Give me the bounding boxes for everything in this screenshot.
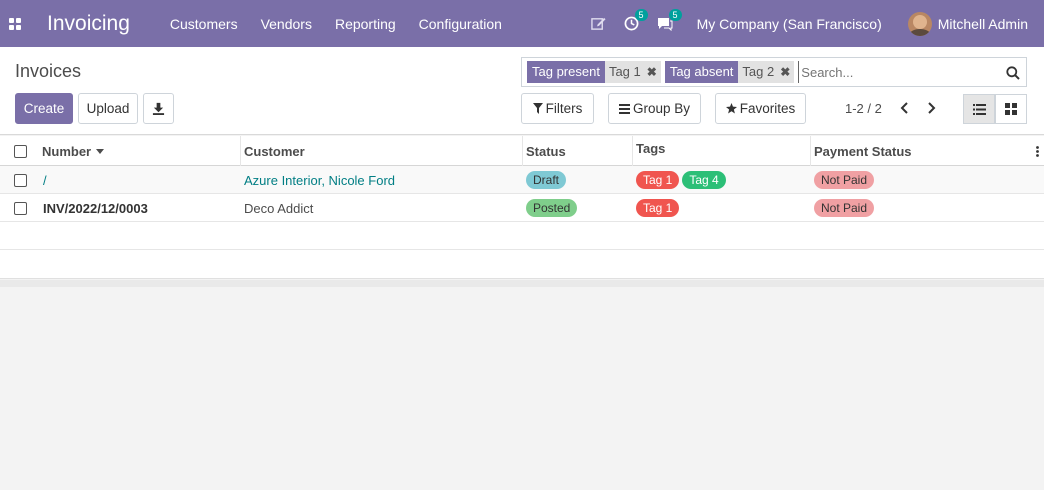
group-by-button[interactable]: Group By xyxy=(608,93,701,124)
download-button[interactable] xyxy=(143,93,174,124)
messages-count-badge: 5 xyxy=(668,9,682,21)
search-facet: Tag absent Tag 2 ✖ xyxy=(664,61,795,83)
customer-name[interactable]: Azure Interior, Nicole Ford xyxy=(244,166,395,194)
invoice-list: Number Customer Status Tags Payment Stat… xyxy=(0,136,1044,279)
facet-label: Tag absent xyxy=(664,61,739,83)
search-facet: Tag present Tag 1 ✖ xyxy=(527,61,661,83)
payment-status-badge: Not Paid xyxy=(814,199,875,217)
column-header-number[interactable]: Number xyxy=(39,136,240,166)
filter-icon xyxy=(532,103,543,114)
menu-reporting[interactable]: Reporting xyxy=(335,16,396,32)
upload-button[interactable]: Upload xyxy=(78,93,138,124)
group-by-label: Group By xyxy=(632,101,691,116)
company-switcher[interactable]: My Company (San Francisco) xyxy=(697,16,882,32)
status-badge: Posted xyxy=(526,199,578,217)
search-input[interactable] xyxy=(798,61,1026,83)
facet-remove-icon[interactable]: ✖ xyxy=(780,64,790,80)
top-navbar: Invoicing Customers Vendors Reporting Co… xyxy=(0,0,1044,47)
column-header-customer[interactable]: Customer xyxy=(240,136,522,166)
sort-down-icon xyxy=(96,148,105,154)
invoice-number[interactable]: INV/2022/12/0003 xyxy=(43,194,148,222)
facet-value-text: Tag 1 xyxy=(608,64,641,79)
customer-name[interactable]: Deco Addict xyxy=(244,194,313,222)
pager-value[interactable]: 1-2 / 2 xyxy=(845,101,882,116)
user-avatar[interactable] xyxy=(907,11,932,36)
filters-label: Filters xyxy=(545,101,583,116)
menu-vendors[interactable]: Vendors xyxy=(261,16,312,32)
column-header-status[interactable]: Status xyxy=(522,136,632,166)
control-panel: Invoices Create Upload Tag present Tag 1… xyxy=(0,47,1044,135)
table-row[interactable]: INV/2022/12/0003 Deco Addict Posted Tag … xyxy=(0,194,1044,222)
facet-value-text: Tag 2 xyxy=(742,64,775,79)
activity-clock-icon[interactable]: 5 xyxy=(624,9,648,31)
favorites-button[interactable]: Favorites xyxy=(715,93,806,124)
kanban-view-button[interactable] xyxy=(995,94,1027,124)
row-checkbox[interactable] xyxy=(14,173,27,187)
column-header-tags[interactable]: Tags xyxy=(632,136,810,166)
facet-value: Tag 2 ✖ xyxy=(738,61,795,83)
favorites-label: Favorites xyxy=(739,101,796,116)
menu-customers[interactable]: Customers xyxy=(170,16,238,32)
chevron-right-icon[interactable] xyxy=(927,102,937,114)
activity-count-badge: 5 xyxy=(634,9,648,21)
tag-badge: Tag 1 xyxy=(636,171,680,189)
page-title: Invoices xyxy=(15,61,82,81)
table-row[interactable]: / Azure Interior, Nicole Ford Draft Tag … xyxy=(0,166,1044,194)
create-button[interactable]: Create xyxy=(15,93,73,124)
tag-badge: Tag 1 xyxy=(636,199,680,217)
star-icon xyxy=(725,103,737,114)
tag-badge: Tag 4 xyxy=(682,171,726,189)
messages-icon[interactable]: 5 xyxy=(657,9,682,31)
empty-row xyxy=(0,250,1044,279)
user-menu[interactable]: Mitchell Admin xyxy=(938,16,1028,32)
chevron-left-icon[interactable] xyxy=(899,102,909,114)
list-icon xyxy=(618,103,630,114)
filters-button[interactable]: Filters xyxy=(521,93,594,124)
invoice-number[interactable]: / xyxy=(43,166,47,194)
search-icon[interactable] xyxy=(1006,66,1020,80)
list-view-icon xyxy=(972,103,986,115)
list-view-button[interactable] xyxy=(963,94,995,124)
facet-value: Tag 1 ✖ xyxy=(604,61,661,83)
menu-configuration[interactable]: Configuration xyxy=(419,16,502,32)
download-icon xyxy=(152,102,165,115)
select-all-checkbox[interactable] xyxy=(14,144,27,158)
kanban-view-icon xyxy=(1005,103,1017,115)
search-bar[interactable]: Tag present Tag 1 ✖ Tag absent Tag 2 ✖ xyxy=(521,57,1027,87)
column-header-payment-status[interactable]: Payment Status xyxy=(810,136,1030,166)
status-badge: Draft xyxy=(526,171,567,189)
edit-note-icon[interactable] xyxy=(590,16,606,31)
table-header: Number Customer Status Tags Payment Stat… xyxy=(0,136,1044,166)
table-footer-band xyxy=(0,280,1044,287)
empty-row xyxy=(0,222,1044,250)
payment-status-badge: Not Paid xyxy=(814,171,875,189)
facet-remove-icon[interactable]: ✖ xyxy=(647,64,657,80)
apps-menu-icon[interactable] xyxy=(0,0,30,47)
column-header-label: Number xyxy=(42,143,92,159)
optional-columns-icon[interactable] xyxy=(1030,136,1044,166)
row-checkbox[interactable] xyxy=(14,201,27,215)
app-title[interactable]: Invoicing xyxy=(47,12,130,36)
facet-label: Tag present xyxy=(527,61,605,83)
